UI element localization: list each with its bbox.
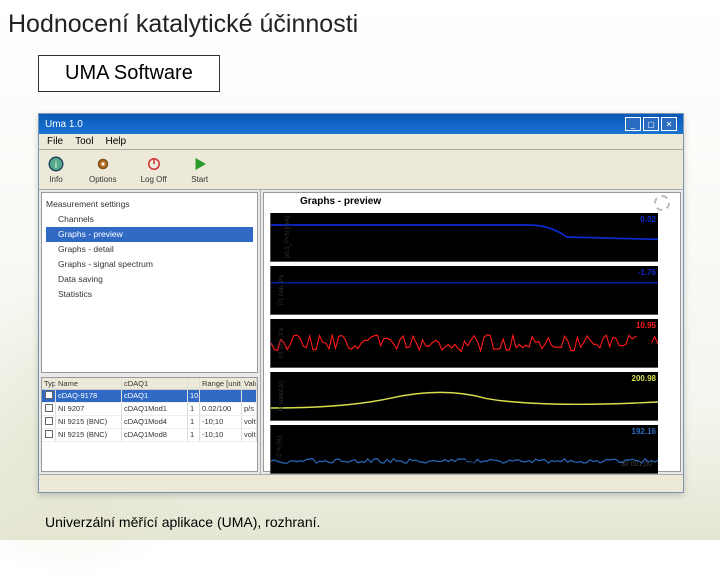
menu-help[interactable]: Help	[105, 136, 126, 147]
tree-item[interactable]: Channels	[46, 212, 253, 227]
plot-value: 200.98	[632, 374, 656, 383]
toolbar-start[interactable]: Start	[191, 155, 209, 184]
status-bar	[39, 474, 683, 492]
toolbar-label: Start	[191, 175, 208, 184]
plot-value: 10.95	[636, 321, 656, 330]
toolbar-label: Options	[89, 175, 117, 184]
play-icon	[191, 155, 209, 173]
y-axis-label: P1 Anh.,Pa	[279, 328, 285, 358]
menu-bar: File Tool Help	[39, 134, 683, 150]
power-icon	[145, 155, 163, 173]
slide-subtitle: UMA Software	[38, 55, 220, 92]
plot-strip: R Sonot.(k) 200.98	[270, 372, 658, 421]
tree-item[interactable]: Statistics	[46, 287, 253, 302]
maximize-button[interactable]: ▢	[643, 117, 659, 131]
menu-file[interactable]: File	[47, 136, 63, 147]
minimize-button[interactable]: _	[625, 117, 641, 131]
table-row[interactable]: NI 9215 (BNC)cDAQ1Mod81-10;10volt	[42, 429, 257, 442]
checkbox-icon[interactable]	[45, 404, 53, 412]
tree-item[interactable]: Graphs - detail	[46, 242, 253, 257]
table-row[interactable]: cDAQ-9178cDAQ110	[42, 390, 257, 403]
y-axis-label: p0.5_P+N [mm]	[285, 216, 291, 258]
close-button[interactable]: ✕	[661, 117, 677, 131]
checkbox-icon[interactable]	[45, 417, 53, 425]
info-icon: i	[47, 155, 65, 173]
toolbar-info[interactable]: i Info	[47, 155, 65, 184]
toolbar-label: Info	[49, 175, 62, 184]
busy-icon	[654, 195, 670, 211]
svg-text:i: i	[55, 160, 57, 171]
plot-strip: P1 Anh.,Pa -1.76	[270, 266, 658, 315]
plots-title: Graphs - preview	[300, 196, 381, 207]
titlebar[interactable]: Uma 1.0 _ ▢ ✕	[39, 114, 683, 134]
toolbar-logoff[interactable]: Log Off	[141, 155, 167, 184]
y-axis-label: T/2 % [%]	[277, 436, 283, 462]
table-row[interactable]: NI 9207cDAQ1Mod110.02/100p/s	[42, 403, 257, 416]
checkbox-icon[interactable]	[45, 430, 53, 438]
plot-value: -1.76	[638, 268, 656, 277]
window-title: Uma 1.0	[45, 119, 623, 130]
y-axis-label: R Sonot.(k)	[279, 381, 285, 411]
plot-area: Graphs - preview p0.5_P+N [mm] 0.02 P1 Anh…	[263, 192, 681, 472]
toolbar-label: Log Off	[141, 175, 167, 184]
tree-item[interactable]: Graphs - preview	[46, 227, 253, 242]
tree-item[interactable]: Graphs - signal spectrum	[46, 257, 253, 272]
tree-item[interactable]: Data saving	[46, 272, 253, 287]
plot-strip: p0.5_P+N [mm] 0.02	[270, 213, 658, 262]
nav-tree[interactable]: Measurement settings Channels Graphs - p…	[41, 192, 258, 373]
x-axis-label: Time	[463, 459, 480, 468]
x-axis-max: 30 001,00	[621, 461, 652, 468]
plot-value: 192.16	[632, 427, 656, 436]
slide-caption: Univerzální měřící aplikace (UMA), rozhr…	[45, 514, 320, 530]
plot-value: 0.02	[640, 215, 656, 224]
checkbox-icon[interactable]	[45, 391, 53, 399]
table-row[interactable]: NI 9215 (BNC)cDAQ1Mod41-10;10volt	[42, 416, 257, 429]
menu-tool[interactable]: Tool	[75, 136, 93, 147]
type-table[interactable]: Type Name cDAQ1 Range [units] Value cDAQ…	[41, 377, 258, 472]
toolbar: i Info Options Log Off Start	[39, 150, 683, 190]
plot-strip: P1 Anh.,Pa 10.95	[270, 319, 658, 368]
y-axis-label: P1 Anh.,Pa	[279, 275, 285, 305]
slide-title: Hodnocení katalytické účinnosti	[8, 10, 358, 39]
toolbar-options[interactable]: Options	[89, 155, 117, 184]
gear-icon	[94, 155, 112, 173]
app-window: Uma 1.0 _ ▢ ✕ File Tool Help i Info Opti…	[38, 113, 684, 493]
table-header: Type Name cDAQ1 Range [units] Value	[42, 378, 257, 390]
tree-root[interactable]: Measurement settings	[46, 197, 253, 212]
